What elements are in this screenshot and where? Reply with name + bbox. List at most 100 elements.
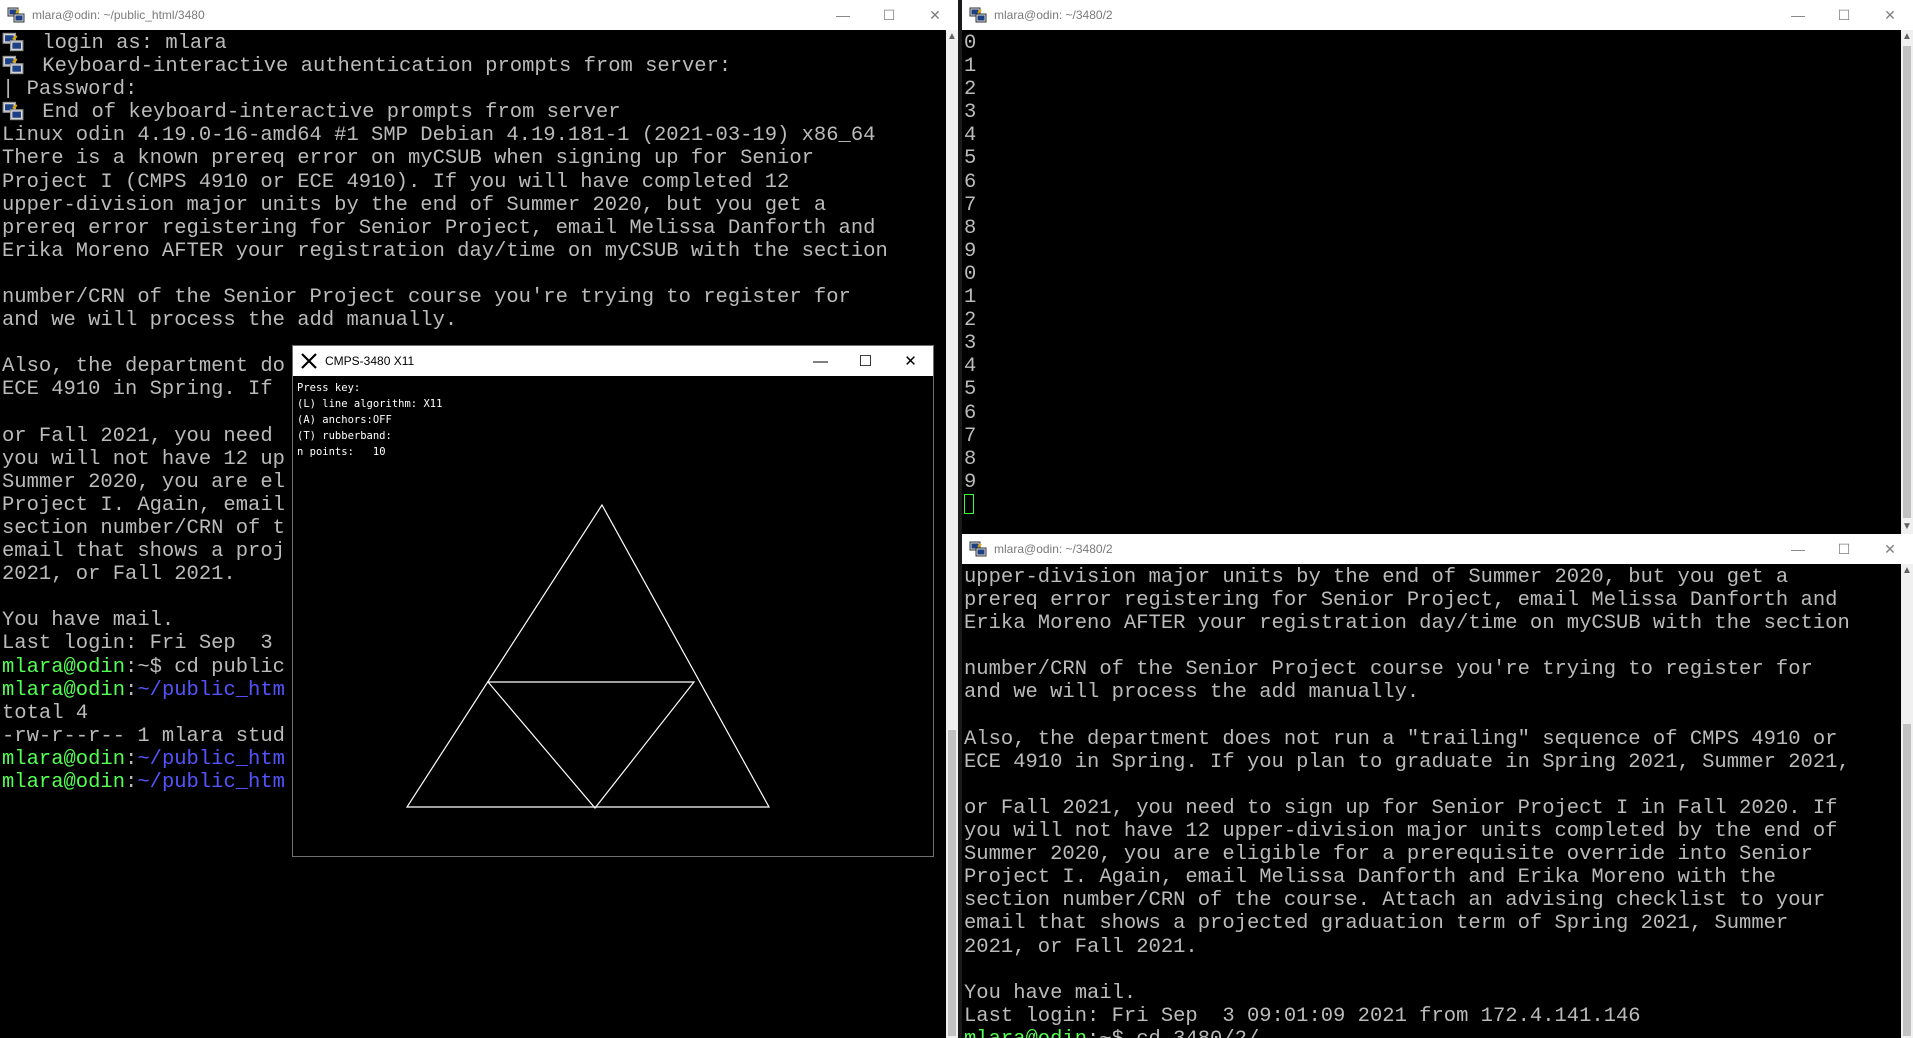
terminal-line: 7 <box>964 193 977 217</box>
scrollbar[interactable]: ▲ <box>946 30 958 1038</box>
maximize-button[interactable]: ☐ <box>843 346 888 376</box>
terminal-line: Last login: Fri Sep 3 09:01:09 2021 from… <box>964 1005 1911 1028</box>
terminal-line: Linux odin 4.19.0-16-amd64 #1 SMP Debian… <box>2 124 956 147</box>
window-title: mlara@odin: ~/3480/2 <box>994 8 1113 22</box>
terminal-line: End of keyboard-interactive prompts from… <box>2 101 956 124</box>
minimize-button[interactable]: — <box>1775 0 1821 30</box>
key-help-panel: Press key: (L) line algorithm: X11 (A) a… <box>297 380 442 460</box>
title-bar[interactable]: CMPS-3480 X11 — ☐ ✕ <box>293 346 933 376</box>
terminal-text: : <box>125 678 138 702</box>
maximize-button[interactable]: ☐ <box>1821 0 1867 30</box>
terminal-line: Summer 2020, you are eligible for a prer… <box>964 843 1911 866</box>
terminal-line: ECE 4910 in Spring. If you plan to gradu… <box>964 751 1911 774</box>
terminal-text: mlara@odin <box>2 655 126 679</box>
terminal-text: section number/CRN of the course. Attach… <box>964 889 1826 913</box>
terminal-line: 0 <box>964 262 977 286</box>
terminal-text: End of keyboard-interactive prompts from… <box>30 101 621 125</box>
close-button[interactable]: ✕ <box>912 0 958 30</box>
terminal-text: mlara@odin <box>2 771 126 794</box>
window-title: mlara@odin: ~/3480/2 <box>994 542 1113 556</box>
minimize-button[interactable]: — <box>820 0 866 30</box>
terminal-output[interactable]: upper-division major units by the end of… <box>962 564 1913 1038</box>
terminal-line: 8 <box>964 216 977 240</box>
scrollbar[interactable]: ▲ ▼ <box>1901 30 1913 534</box>
scrollbar-thumb[interactable] <box>1903 724 1911 1036</box>
press-key-label: Press key: <box>297 382 361 394</box>
triangle-outer <box>405 503 771 808</box>
terminal-line: you will not have 12 upper-division majo… <box>964 820 1911 843</box>
terminal-text: :~$ cd public <box>125 655 285 679</box>
terminal-line: 2 <box>964 309 977 333</box>
terminal-text: ~/public_htm <box>137 747 285 771</box>
terminal-line: section number/CRN of the course. Attach… <box>964 889 1911 912</box>
terminal-text: ECE 4910 in Spring. If <box>2 378 273 402</box>
x11-logo-icon <box>299 352 319 370</box>
terminal-text: | Password: <box>2 78 138 102</box>
terminal-text: section number/CRN of t <box>2 516 285 540</box>
terminal-text: Project I (CMPS 4910 or ECE 4910). If yo… <box>2 170 790 194</box>
terminal-text: login as: mlara <box>30 32 227 55</box>
terminal-output[interactable]: 01234567890123456789 <box>962 30 1913 534</box>
terminal-text: Summer 2020, you are eligible for a prer… <box>964 843 1813 867</box>
scroll-up-arrow-icon[interactable]: ▲ <box>1901 30 1913 44</box>
terminal-line: prereq error registering for Senior Proj… <box>2 217 956 240</box>
terminal-text: Last login: Fri Sep 3 <box>2 632 273 656</box>
minimize-button[interactable]: — <box>1775 534 1821 564</box>
anchors-value: OFF <box>372 414 392 426</box>
window-title: mlara@odin: ~/public_html/3480 <box>32 8 205 22</box>
scroll-up-arrow-icon[interactable]: ▲ <box>1901 564 1913 578</box>
terminal-line: upper-division major units by the end of… <box>964 566 1911 589</box>
terminal-text: Last login: Fri Sep 3 09:01:09 2021 from… <box>964 1004 1641 1028</box>
terminal-text: mlara@odin <box>964 1028 1087 1038</box>
terminal-line: number/CRN of the Senior Project course … <box>964 658 1911 681</box>
terminal-text: Also, the department do <box>2 355 285 379</box>
x11-window[interactable]: CMPS-3480 X11 — ☐ ✕ Press key: (L) line … <box>292 345 934 857</box>
terminal-line: 1 <box>964 55 977 79</box>
rubberband-label: (T) rubberband: <box>297 430 392 442</box>
title-bar[interactable]: mlara@odin: ~/3480/2 — ☐ ✕ <box>962 0 1913 30</box>
terminal-line: 2021, or Fall 2021. <box>964 936 1911 959</box>
terminal-window-bottom-right[interactable]: mlara@odin: ~/3480/2 — ☐ ✕ upper-divisio… <box>962 534 1913 1038</box>
maximize-button[interactable]: ☐ <box>866 0 912 30</box>
terminal-text: : <box>125 747 138 771</box>
terminal-text: Summer 2020, you are el <box>2 470 285 494</box>
putty-icon <box>2 32 24 52</box>
terminal-line: 3 <box>964 101 977 125</box>
terminal-window-top-right[interactable]: mlara@odin: ~/3480/2 — ☐ ✕ 0123456789012… <box>962 0 1913 534</box>
maximize-button[interactable]: ☐ <box>1821 534 1867 564</box>
terminal-text: and we will process the add manually. <box>2 309 458 333</box>
terminal-text: : <box>125 771 138 794</box>
close-button[interactable]: ✕ <box>1867 0 1913 30</box>
terminal-text: upper-division major units by the end of… <box>2 193 827 217</box>
terminal-text: Project I. Again, email <box>2 493 285 517</box>
terminal-text: :~$ cd 3480/2/ <box>1087 1028 1259 1038</box>
scrollbar-thumb[interactable] <box>1903 46 1911 518</box>
scroll-up-arrow-icon[interactable]: ▲ <box>946 30 958 44</box>
terminal-line: 3 <box>964 332 977 356</box>
terminal-line: prereq error registering for Senior Proj… <box>964 589 1911 612</box>
terminal-text: prereq error registering for Senior Proj… <box>964 589 1838 613</box>
terminal-text: 2021, or Fall 2021. <box>2 563 236 587</box>
terminal-line: or Fall 2021, you need to sign up for Se… <box>964 797 1911 820</box>
terminal-line: email that shows a projected graduation … <box>964 912 1911 935</box>
terminal-line: 4 <box>964 124 977 148</box>
line-algorithm-label: (L) line algorithm: <box>297 398 418 410</box>
title-bar[interactable]: mlara@odin: ~/public_html/3480 — ☐ ✕ <box>0 0 958 30</box>
terminal-text: Erika Moreno AFTER your registration day… <box>2 239 888 263</box>
close-button[interactable]: ✕ <box>1867 534 1913 564</box>
terminal-text: There is a known prereq error on myCSUB … <box>2 147 814 171</box>
minimize-button[interactable]: — <box>798 346 843 376</box>
scrollbar-thumb[interactable] <box>948 730 956 1036</box>
putty-icon <box>6 6 26 24</box>
scrollbar[interactable]: ▲ <box>1901 564 1913 1038</box>
title-bar[interactable]: mlara@odin: ~/3480/2 — ☐ ✕ <box>962 534 1913 564</box>
terminal-line: Project I. Again, email Melissa Danforth… <box>964 866 1911 889</box>
terminal-line: 2 <box>964 78 977 102</box>
scroll-down-arrow-icon[interactable]: ▼ <box>1901 520 1913 534</box>
close-button[interactable]: ✕ <box>888 346 933 376</box>
terminal-text: or Fall 2021, you need to sign up for Se… <box>964 796 1838 820</box>
text-cursor <box>964 493 974 514</box>
